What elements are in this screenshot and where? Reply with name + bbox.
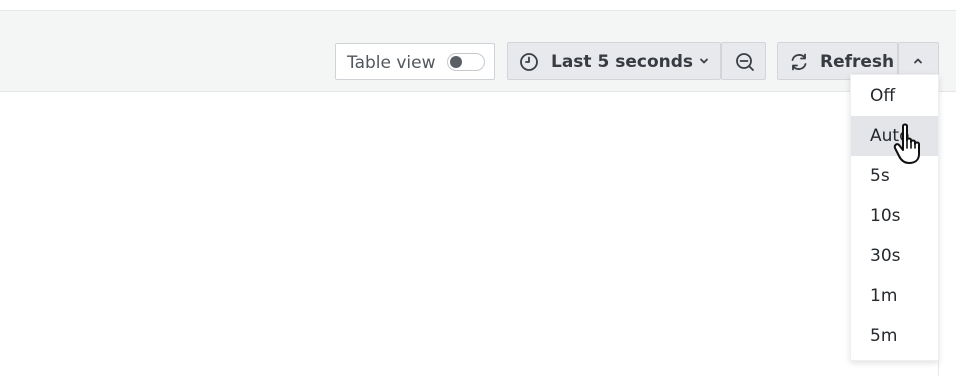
table-view-switch[interactable] bbox=[447, 53, 485, 71]
zoom-out-button[interactable] bbox=[721, 42, 766, 80]
menu-item-5m[interactable]: 5m bbox=[851, 316, 938, 356]
sync-icon bbox=[791, 53, 807, 71]
time-range-picker-button[interactable]: Last 5 seconds bbox=[507, 42, 721, 80]
dashboard-toolbar: Table view Last 5 seconds Refresh bbox=[0, 11, 956, 92]
hand-cursor-icon bbox=[893, 123, 920, 164]
dashboard-content bbox=[0, 92, 938, 376]
menu-item-30s[interactable]: 30s bbox=[851, 236, 938, 276]
refresh-label: Refresh bbox=[820, 52, 895, 72]
menu-item-off[interactable]: Off bbox=[851, 76, 938, 116]
menu-item-10s[interactable]: 10s bbox=[851, 196, 938, 236]
menu-item-1m[interactable]: 1m bbox=[851, 276, 938, 316]
zoom-out-icon bbox=[736, 53, 754, 71]
table-view-toggle[interactable]: Table view bbox=[335, 43, 495, 80]
time-range-label: Last 5 seconds bbox=[551, 52, 694, 72]
top-strip bbox=[0, 0, 956, 11]
switch-knob bbox=[450, 56, 462, 68]
clock-icon bbox=[520, 53, 538, 71]
chevron-up-icon bbox=[914, 58, 922, 64]
chevron-down-icon bbox=[700, 58, 708, 64]
table-view-label: Table view bbox=[347, 53, 436, 73]
refresh-interval-menu: Off Auto 5s 10s 30s 1m 5m bbox=[850, 74, 939, 361]
